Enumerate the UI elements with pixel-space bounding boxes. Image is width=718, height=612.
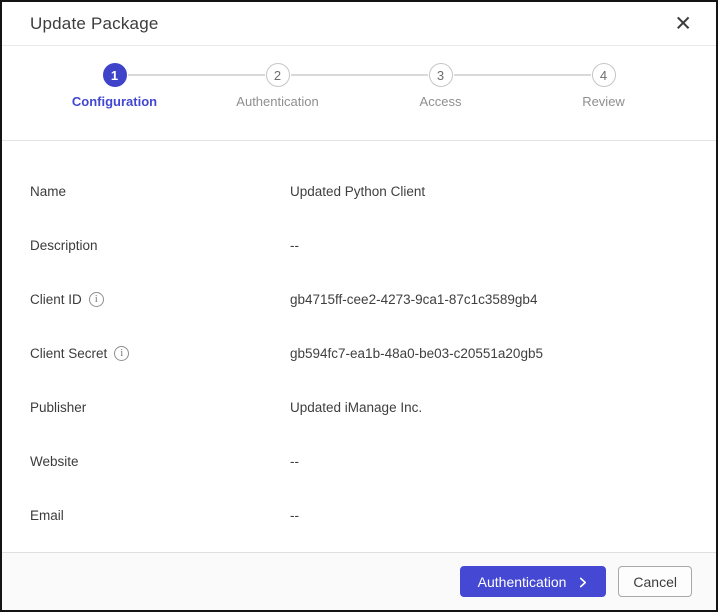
configuration-summary: Name Updated Python Client Description -… xyxy=(2,141,716,552)
chevron-right-icon xyxy=(577,577,588,588)
website-value: -- xyxy=(290,454,299,469)
client-secret-value: gb594fc7-ea1b-48a0-be03-c20551a20gb5 xyxy=(290,346,543,361)
description-label: Description xyxy=(30,238,290,253)
row-publisher: Publisher Updated iManage Inc. xyxy=(30,380,688,434)
step-authentication[interactable]: 2 Authentication xyxy=(196,63,359,109)
step-4-label: Review xyxy=(582,94,625,109)
step-configuration[interactable]: 1 Configuration xyxy=(33,63,196,109)
info-icon[interactable]: i xyxy=(89,292,104,307)
step-1-circle: 1 xyxy=(103,63,127,87)
email-value: -- xyxy=(290,508,299,523)
row-description: Description -- xyxy=(30,218,688,272)
publisher-label: Publisher xyxy=(30,400,290,415)
row-client-secret: Client Secret i gb594fc7-ea1b-48a0-be03-… xyxy=(30,326,688,380)
authentication-next-button[interactable]: Authentication xyxy=(460,566,607,597)
dialog-title: Update Package xyxy=(30,14,159,34)
row-client-id: Client ID i gb4715ff-cee2-4273-9ca1-87c1… xyxy=(30,272,688,326)
row-name: Name Updated Python Client xyxy=(30,164,688,218)
close-icon[interactable]: ✕ xyxy=(668,11,698,36)
website-label: Website xyxy=(30,454,290,469)
step-3-circle: 3 xyxy=(429,63,453,87)
client-id-label: Client ID i xyxy=(30,292,290,307)
name-value: Updated Python Client xyxy=(290,184,425,199)
step-2-circle: 2 xyxy=(266,63,290,87)
info-icon[interactable]: i xyxy=(114,346,129,361)
step-3-label: Access xyxy=(420,94,462,109)
client-id-value: gb4715ff-cee2-4273-9ca1-87c1c3589gb4 xyxy=(290,292,537,307)
step-review[interactable]: 4 Review xyxy=(522,63,685,109)
step-access[interactable]: 3 Access xyxy=(359,63,522,109)
name-label: Name xyxy=(30,184,290,199)
step-4-circle: 4 xyxy=(592,63,616,87)
wizard-stepper: 1 Configuration 2 Authentication 3 Acces… xyxy=(33,63,685,109)
step-2-label: Authentication xyxy=(236,94,318,109)
description-value: -- xyxy=(290,238,299,253)
update-package-dialog: Update Package ✕ 1 Configuration 2 Authe… xyxy=(0,0,718,612)
client-secret-label: Client Secret i xyxy=(30,346,290,361)
cancel-button[interactable]: Cancel xyxy=(618,566,692,597)
step-1-label: Configuration xyxy=(72,94,157,109)
row-email: Email -- xyxy=(30,488,688,542)
dialog-footer: Authentication Cancel xyxy=(2,552,716,610)
publisher-value: Updated iManage Inc. xyxy=(290,400,422,415)
email-label: Email xyxy=(30,508,290,523)
dialog-header: Update Package ✕ xyxy=(2,2,716,46)
wizard-stepper-section: 1 Configuration 2 Authentication 3 Acces… xyxy=(2,46,716,141)
row-website: Website -- xyxy=(30,434,688,488)
